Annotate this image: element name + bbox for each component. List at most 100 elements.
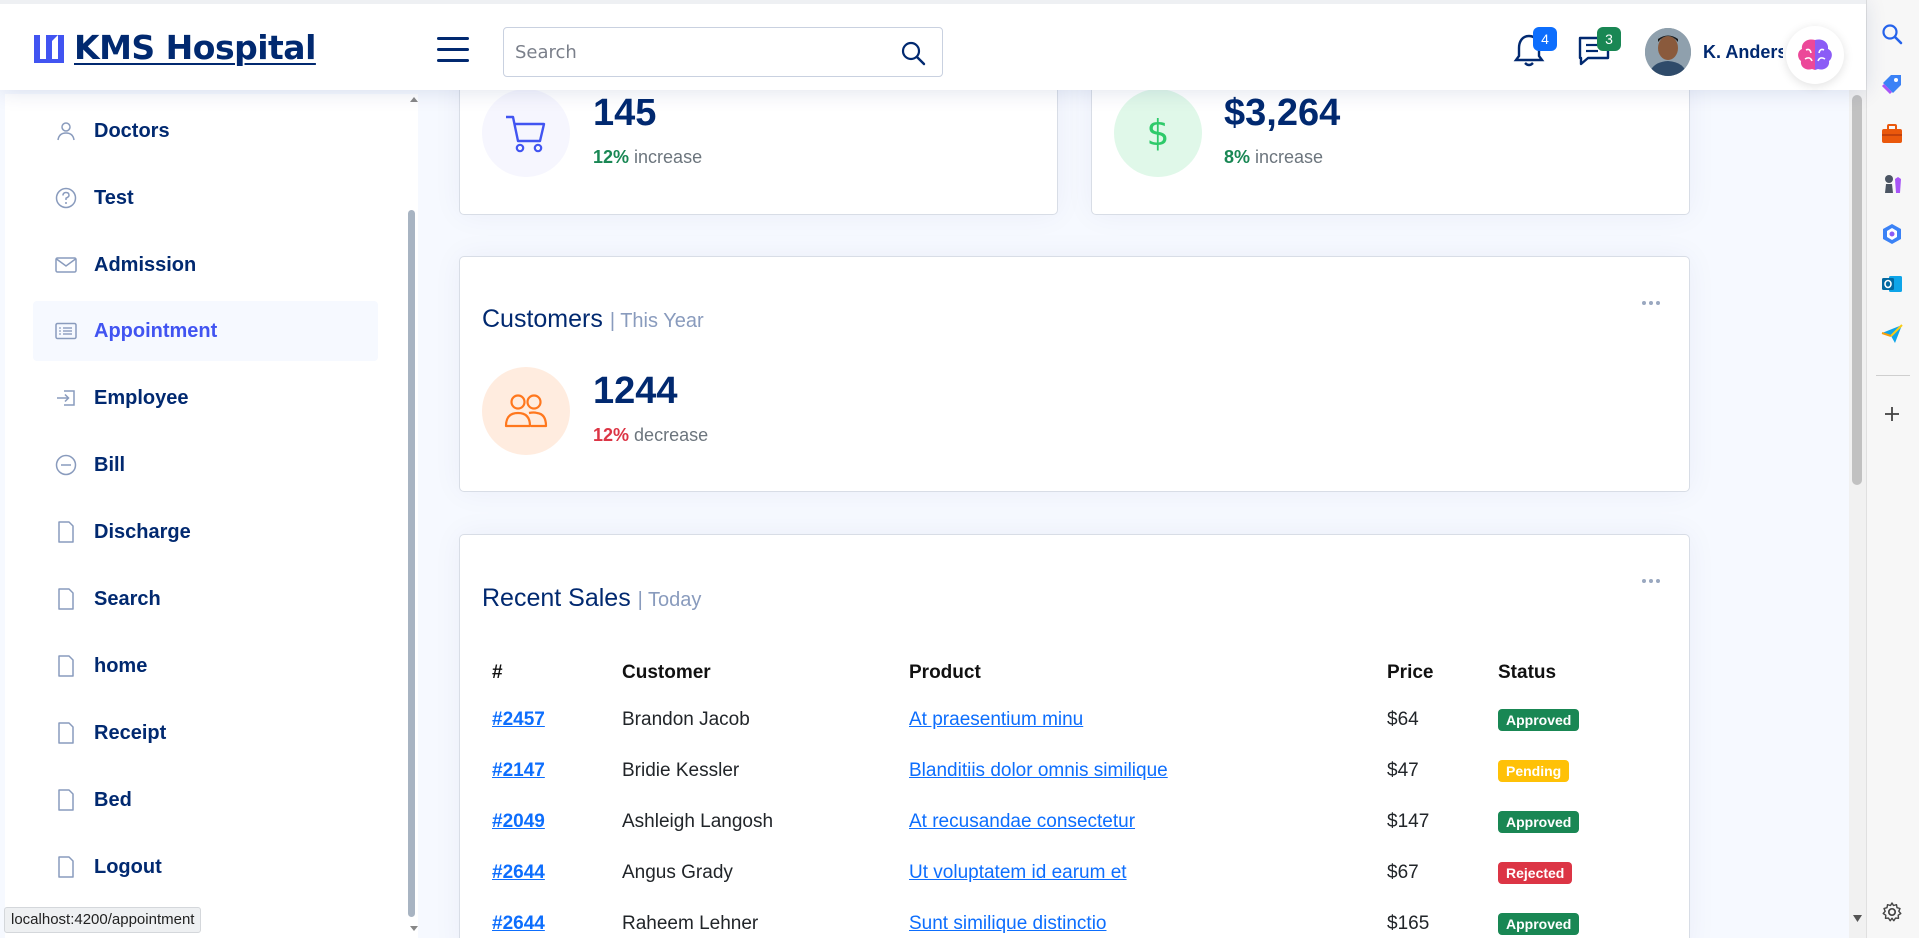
customer-cell: Raheem Lehner bbox=[622, 912, 759, 934]
toggle-sidebar-button[interactable] bbox=[437, 37, 469, 63]
page-scrollbar-thumb[interactable] bbox=[1852, 95, 1862, 485]
search-input[interactable] bbox=[504, 28, 884, 76]
table-row: #2049 Ashleigh Langosh At recusandae con… bbox=[480, 796, 1668, 847]
product-link[interactable]: Ut voluptatem id earum et bbox=[909, 862, 1127, 883]
status-badge: Approved bbox=[1498, 912, 1580, 935]
table-row: #2644 Raheem Lehner Sunt similique disti… bbox=[480, 898, 1668, 938]
sidebar-item-test[interactable]: Test bbox=[33, 168, 378, 228]
edge-divider bbox=[1876, 375, 1910, 376]
sales-value: 145 bbox=[593, 92, 657, 134]
table-header-row: # Customer Product Price Status bbox=[480, 652, 1668, 694]
sidebar-item-bill[interactable]: Bill bbox=[33, 435, 378, 495]
box-arrow-in-right-icon bbox=[54, 386, 78, 410]
recent-sales-table: # Customer Product Price Status #2457 Br… bbox=[480, 652, 1668, 938]
order-id-link[interactable]: #2644 bbox=[492, 913, 545, 934]
card-options-button[interactable] bbox=[1642, 568, 1664, 583]
table-row: #2147 Bridie Kessler Blanditiis dolor om… bbox=[480, 745, 1668, 796]
file-icon bbox=[54, 788, 78, 812]
customer-cell: Brandon Jacob bbox=[622, 708, 750, 730]
status-badge: Approved bbox=[1498, 810, 1580, 833]
messages-badge: 3 bbox=[1597, 27, 1621, 51]
file-icon bbox=[54, 654, 78, 678]
card-list-icon bbox=[54, 319, 78, 343]
product-link[interactable]: Sunt similique distinctio bbox=[909, 913, 1106, 934]
order-id-link[interactable]: #2457 bbox=[492, 709, 545, 730]
send-icon[interactable] bbox=[1880, 322, 1904, 346]
sidebar-item-discharge[interactable]: Discharge bbox=[33, 502, 378, 562]
revenue-card: $ $3,264 8% increase bbox=[1091, 70, 1690, 215]
column-header-status: Status bbox=[1498, 662, 1557, 683]
column-header-customer: Customer bbox=[622, 662, 711, 683]
notifications-button[interactable]: 4 bbox=[1512, 27, 1557, 70]
brain-assistant-button[interactable] bbox=[1786, 26, 1844, 84]
search-bar bbox=[503, 27, 943, 77]
avatar[interactable] bbox=[1645, 28, 1691, 76]
copilot-icon[interactable] bbox=[1880, 222, 1904, 246]
logo-icon bbox=[32, 31, 66, 65]
notifications-badge: 4 bbox=[1533, 27, 1557, 51]
profile-name[interactable]: K. Anderson bbox=[1703, 42, 1783, 63]
recent-sales-title: Recent Sales | Today bbox=[482, 584, 702, 612]
price-cell: $165 bbox=[1387, 912, 1430, 934]
customers-delta: 12% decrease bbox=[593, 425, 709, 445]
column-header-price: Price bbox=[1387, 662, 1434, 683]
dash-circle-icon bbox=[54, 453, 78, 477]
customers-card: Customers | This Year 1244 12% decrease bbox=[459, 256, 1690, 492]
table-row: #2644 Angus Grady Ut voluptatem id earum… bbox=[480, 847, 1668, 898]
status-badge: Approved bbox=[1498, 708, 1580, 731]
sidebar-item-search[interactable]: Search bbox=[33, 569, 378, 629]
file-icon bbox=[54, 587, 78, 611]
svg-text:$: $ bbox=[1147, 113, 1170, 154]
file-icon bbox=[54, 721, 78, 745]
sidebar-item-appointment[interactable]: Appointment bbox=[33, 301, 378, 361]
sidebar-item-home[interactable]: home bbox=[33, 636, 378, 696]
table-row: #2457 Brandon Jacob At praesentium minu … bbox=[480, 694, 1668, 745]
briefcase-icon[interactable] bbox=[1880, 122, 1904, 146]
sales-card: 145 12% increase bbox=[459, 70, 1058, 215]
search-icon[interactable] bbox=[900, 40, 926, 66]
file-icon bbox=[54, 855, 78, 879]
customers-title: Customers | This Year bbox=[482, 305, 704, 333]
price-cell: $147 bbox=[1387, 810, 1430, 832]
customer-cell: Angus Grady bbox=[622, 861, 733, 883]
sidebar-item-admission[interactable]: Admission bbox=[33, 235, 378, 295]
gear-icon[interactable] bbox=[1880, 900, 1904, 924]
person-icon bbox=[54, 119, 78, 143]
sidebar-item-bed[interactable]: Bed bbox=[33, 770, 378, 830]
sidebar-scrollbar-thumb[interactable] bbox=[408, 210, 415, 917]
sidebar-item-doctors[interactable]: Doctors bbox=[33, 101, 378, 161]
product-link[interactable]: At recusandae consectetur bbox=[909, 811, 1135, 832]
envelope-icon bbox=[54, 253, 78, 277]
status-badge: Pending bbox=[1498, 759, 1570, 782]
logo[interactable]: KMS Hospital bbox=[32, 28, 316, 67]
top-header: KMS Hospital 4 3 K. Anderson bbox=[0, 0, 1866, 90]
tag-icon[interactable] bbox=[1880, 72, 1904, 96]
product-link[interactable]: Blanditiis dolor omnis similique bbox=[909, 760, 1168, 781]
file-icon bbox=[54, 520, 78, 544]
status-badge: Rejected bbox=[1498, 861, 1573, 884]
search-icon[interactable] bbox=[1880, 22, 1904, 46]
order-id-link[interactable]: #2049 bbox=[492, 811, 545, 832]
customer-cell: Bridie Kessler bbox=[622, 759, 740, 781]
brain-icon bbox=[1798, 39, 1832, 70]
add-icon[interactable] bbox=[1880, 402, 1904, 426]
revenue-value: $3,264 bbox=[1224, 92, 1341, 134]
card-options-button[interactable] bbox=[1642, 290, 1664, 305]
messages-button[interactable]: 3 bbox=[1576, 27, 1621, 70]
price-cell: $64 bbox=[1387, 708, 1419, 730]
order-id-link[interactable]: #2644 bbox=[492, 862, 545, 883]
people-icon bbox=[482, 367, 570, 455]
column-header-id: # bbox=[492, 662, 503, 683]
chess-icon[interactable] bbox=[1880, 172, 1904, 196]
sidebar-item-receipt[interactable]: Receipt bbox=[33, 703, 378, 763]
outlook-icon[interactable] bbox=[1880, 272, 1904, 296]
revenue-delta: 8% increase bbox=[1224, 147, 1324, 167]
question-circle-icon bbox=[54, 186, 78, 210]
order-id-link[interactable]: #2147 bbox=[492, 760, 545, 781]
product-link[interactable]: At praesentium minu bbox=[909, 709, 1083, 730]
sales-delta: 12% increase bbox=[593, 147, 703, 167]
price-cell: $67 bbox=[1387, 861, 1419, 883]
sidebar-item-logout[interactable]: Logout bbox=[33, 837, 378, 897]
status-bar-url: localhost:4200/appointment bbox=[4, 907, 202, 933]
sidebar-item-employee[interactable]: Employee bbox=[33, 368, 378, 428]
